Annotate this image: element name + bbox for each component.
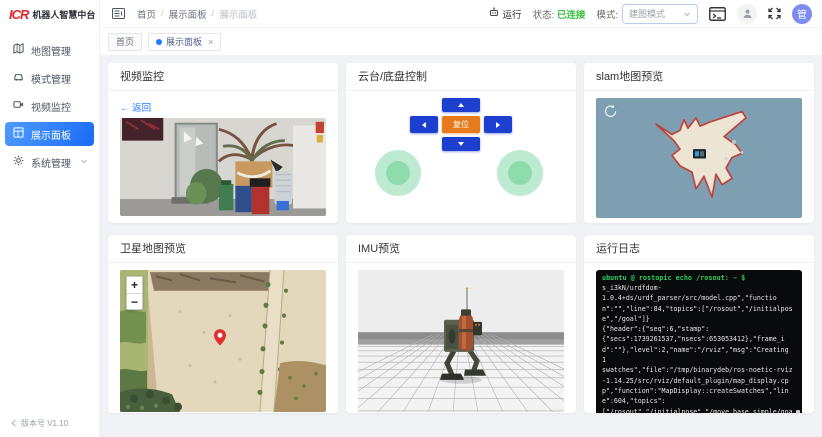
- active-tab-dot-icon: [156, 39, 162, 45]
- brand-logo: ICR: [9, 7, 28, 22]
- joystick-knob[interactable]: [508, 161, 532, 185]
- left-joystick[interactable]: [375, 150, 421, 196]
- arrow-up-icon: [458, 103, 464, 107]
- terminal-output: s_i3kN/urdfdom- 1.0.4+ds/urdf_parser/src…: [602, 283, 796, 413]
- panel-gimbal-chassis-control: 云台/底盘控制 复位: [346, 63, 576, 223]
- arrow-left-icon: [422, 122, 426, 128]
- mode-select-value: 建图模式: [629, 7, 665, 20]
- tab-display-panel[interactable]: 展示面板 ×: [148, 33, 221, 51]
- sidebar: ICR 机器人智慧中台 地图管理 模式管理 视频监控: [0, 0, 100, 437]
- terminal-scrollbar[interactable]: [796, 410, 800, 413]
- sidebar-item-video-monitor[interactable]: 视频监控: [5, 94, 94, 118]
- dpad-up-button[interactable]: [442, 98, 480, 112]
- dpad-down-button[interactable]: [442, 137, 480, 151]
- terminal-icon[interactable]: [709, 7, 726, 21]
- sidebar-item-label: 展示面板: [31, 127, 71, 142]
- avatar[interactable]: 管: [792, 4, 812, 24]
- product-name: 机器人智慧中台: [32, 8, 95, 21]
- gear-icon: [13, 155, 24, 169]
- video-camera-icon: [13, 99, 24, 113]
- connection-status: 状态: 已连接: [533, 7, 586, 21]
- reset-button[interactable]: 复位: [442, 116, 480, 133]
- panel-title: 运行日志: [584, 235, 814, 263]
- tab-home[interactable]: 首页: [108, 33, 142, 51]
- sidebar-menu: 地图管理 模式管理 视频监控 展示面板: [0, 34, 99, 178]
- map-icon: [13, 43, 24, 57]
- panel-run-logs: 运行日志 ubuntu @ rostopic echo /rosout: ~ $…: [584, 235, 814, 413]
- tab-close-icon[interactable]: ×: [208, 37, 213, 47]
- dpad: 复位: [411, 98, 511, 151]
- run-status: 运行: [489, 7, 522, 21]
- version-label: 版本号 V1.10: [10, 418, 68, 429]
- panel-satellite-map: 卫星地图预览: [108, 235, 338, 413]
- logo: ICR 机器人智慧中台: [0, 0, 99, 28]
- breadcrumb-home[interactable]: 首页: [137, 7, 156, 21]
- user-icon[interactable]: [737, 4, 757, 24]
- back-link[interactable]: ← 返回: [120, 100, 151, 114]
- chevron-down-icon: [80, 157, 88, 168]
- joystick-knob[interactable]: [386, 161, 410, 185]
- fullscreen-icon[interactable]: [768, 7, 781, 20]
- log-terminal[interactable]: ubuntu @ rostopic echo /rosout: ~ $ s_i3…: [596, 270, 802, 413]
- terminal-prompt: ubuntu @ rostopic echo /rosout: ~ $: [602, 274, 796, 283]
- robot-icon: [489, 7, 499, 20]
- content-column: 首页 / 展示面板 / 展示面板 运行 状态: 已连接 模式:: [100, 0, 822, 437]
- mode-group: 模式: 建图模式: [596, 4, 698, 24]
- video-panel-body: ← 返回: [108, 91, 338, 223]
- status-connected: 已连接: [557, 10, 586, 21]
- panel-title: IMU预览: [346, 235, 576, 263]
- arrow-right-icon: [496, 122, 500, 128]
- sidebar-item-system-management[interactable]: 系统管理: [5, 150, 94, 174]
- version-tag-icon: [10, 419, 18, 429]
- logs-panel-body: ubuntu @ rostopic echo /rosout: ~ $ s_i3…: [584, 263, 814, 413]
- sidebar-item-label: 地图管理: [31, 43, 71, 58]
- control-panel-body: 复位: [346, 91, 576, 223]
- top-header: 首页 / 展示面板 / 展示面板 运行 状态: 已连接 模式:: [100, 0, 822, 28]
- slam-panel-body: [584, 91, 814, 223]
- arrow-down-icon: [458, 142, 464, 146]
- dashboard-icon: [13, 127, 24, 141]
- breadcrumb-current: 展示面板: [219, 7, 257, 21]
- sidebar-item-label: 系统管理: [31, 155, 71, 170]
- camera-feed: [120, 118, 326, 216]
- car-icon: [13, 71, 24, 85]
- breadcrumb: 首页 / 展示面板 / 展示面板: [137, 7, 257, 21]
- zoom-in-button[interactable]: +: [127, 277, 142, 293]
- imu-panel-body: [346, 263, 576, 413]
- mode-label: 模式:: [596, 7, 618, 21]
- chevron-down-icon: [683, 10, 691, 18]
- imu-3d-viewport[interactable]: [358, 270, 564, 412]
- sidebar-item-label: 视频监控: [31, 99, 71, 114]
- menu-fold-icon[interactable]: [112, 8, 125, 19]
- app-window: ICR 机器人智慧中台 地图管理 模式管理 视频监控: [0, 0, 822, 437]
- panel-title: 云台/底盘控制: [346, 63, 576, 91]
- sidebar-item-mode-management[interactable]: 模式管理: [5, 66, 94, 90]
- panel-imu-preview: IMU预览: [346, 235, 576, 413]
- run-label: 运行: [503, 7, 522, 21]
- sidebar-item-display-panel[interactable]: 展示面板: [5, 122, 94, 146]
- map-zoom-control: + −: [126, 276, 143, 310]
- zoom-out-button[interactable]: −: [127, 293, 142, 309]
- breadcrumb-display-panel[interactable]: 展示面板: [169, 7, 207, 21]
- panel-title: 视频监控: [108, 63, 338, 91]
- panel-title: 卫星地图预览: [108, 235, 338, 263]
- panel-title: slam地图预览: [584, 63, 814, 91]
- mode-select[interactable]: 建图模式: [622, 4, 698, 24]
- panel-video-monitor: 视频监控 ← 返回: [108, 63, 338, 223]
- dpad-right-button[interactable]: [484, 116, 512, 133]
- tab-bar: 首页 展示面板 ×: [100, 28, 822, 55]
- satellite-map-canvas[interactable]: + −: [120, 270, 326, 412]
- slam-map-canvas[interactable]: [596, 98, 802, 218]
- sidebar-item-label: 模式管理: [31, 71, 71, 86]
- satellite-panel-body: + −: [108, 263, 338, 413]
- panel-slam-map: slam地图预览: [584, 63, 814, 223]
- dpad-left-button[interactable]: [410, 116, 438, 133]
- sidebar-item-map-management[interactable]: 地图管理: [5, 38, 94, 62]
- right-joystick[interactable]: [497, 150, 543, 196]
- header-actions: 运行 状态: 已连接 模式: 建图模式: [489, 4, 812, 24]
- dashboard-grid: 视频监控 ← 返回: [100, 55, 822, 437]
